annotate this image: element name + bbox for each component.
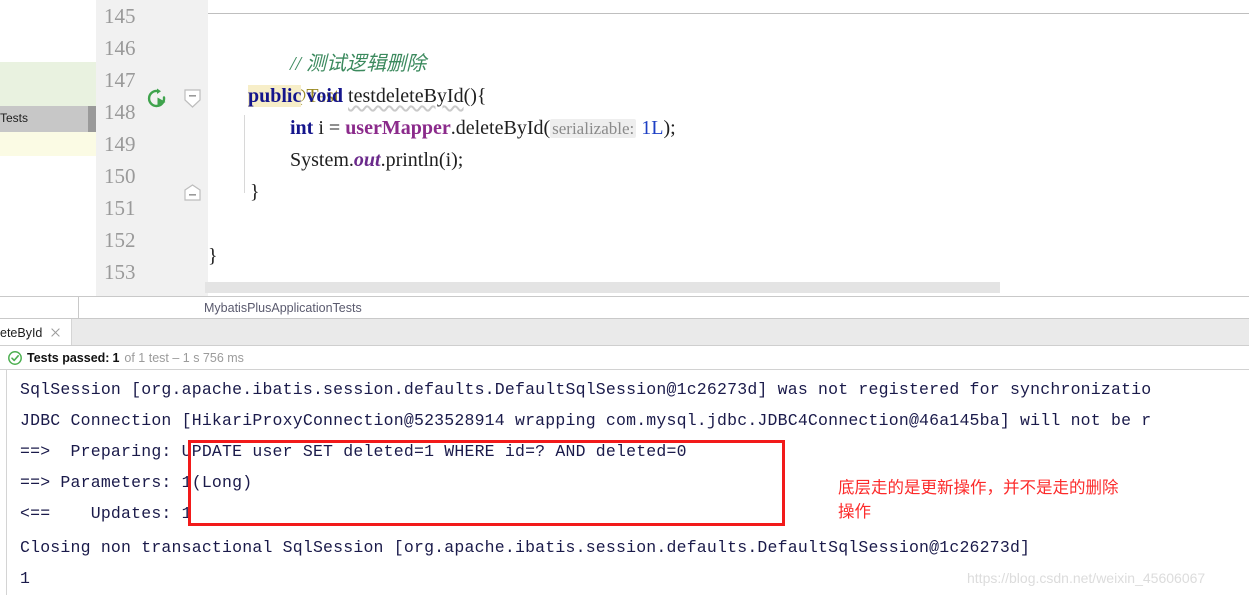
tool-window-panel[interactable]: Tests xyxy=(0,0,97,297)
keyword-public: public xyxy=(248,85,302,107)
panel-scrollbar-thumb[interactable] xyxy=(88,106,96,132)
param-hint-token: serializable: xyxy=(550,119,637,138)
tab-test-deletebyid[interactable]: eteById xyxy=(0,319,73,346)
console-line: SqlSession [org.apache.ibatis.session.de… xyxy=(20,380,1152,399)
console-line: ==> Parameters: 1(Long) xyxy=(20,473,253,492)
red-annotation-text: 底层走的是更新操作，并不是走的删除 操作 xyxy=(838,479,1119,521)
fold-minus-icon[interactable] xyxy=(182,184,203,205)
println-token: .println(i); xyxy=(380,149,464,171)
panel-highlight-green xyxy=(0,62,96,106)
line-number-list: 145 146 147 148 149 150 151 152 153 xyxy=(96,0,199,288)
tab-label: eteById xyxy=(0,325,43,340)
ide-screenshot-root: Tests 145 146 147 148 149 150 151 152 15… xyxy=(0,0,1249,595)
run-tool-tabbar: eteById xyxy=(0,319,1249,346)
status-label: Tests passed: xyxy=(27,351,110,365)
console-line: Closing non transactional SqlSession [or… xyxy=(20,538,1031,557)
panel-selected-label: Tests xyxy=(0,111,29,125)
literal-1L: 1L xyxy=(636,117,664,139)
code-editor-region: Tests 145 146 147 148 149 150 151 152 15… xyxy=(0,0,1249,297)
status-count: 1 xyxy=(112,351,120,365)
code-line-close-outer: } xyxy=(208,240,218,272)
brace-token: } xyxy=(208,245,218,267)
breadcrumb-left-cell xyxy=(0,297,79,319)
line-number: 152 xyxy=(104,228,136,252)
breadcrumb-class-label[interactable]: MybatisPlusApplicationTests xyxy=(204,297,362,319)
line-number: 153 xyxy=(104,260,136,284)
breadcrumb: MybatisPlusApplicationTests xyxy=(0,297,1249,319)
status-detail: of 1 test – 1 s 756 ms xyxy=(124,351,244,365)
fold-minus-icon[interactable] xyxy=(182,88,203,109)
line-number: 145 xyxy=(104,4,136,28)
brace-token: } xyxy=(250,181,260,203)
console-left-rule xyxy=(6,370,7,595)
keyword-int: int xyxy=(290,117,314,139)
indent-guide xyxy=(244,115,245,193)
keyword-void: void xyxy=(306,85,344,107)
code-line-println: System.out.println(i); xyxy=(290,144,463,176)
console-line: ==> Preparing: UPDATE user SET deleted=1… xyxy=(20,442,687,461)
test-status-bar: Tests passed: 1 of 1 test – 1 s 756 ms xyxy=(0,346,1249,370)
line-number: 146 xyxy=(104,36,136,60)
close-icon[interactable] xyxy=(50,327,61,338)
code-line-delete-call: int i = userMapper.deleteById(serializab… xyxy=(290,112,676,144)
static-out-token: out xyxy=(353,149,381,171)
line-number: 149 xyxy=(104,132,136,156)
code-text-surface[interactable]: // 测试逻辑删除 @Test public void testdeleteBy… xyxy=(208,0,1249,297)
code-line-annotation: @Test xyxy=(248,48,339,107)
field-usermapper: userMapper xyxy=(345,117,451,139)
code-separator-rule xyxy=(208,13,1249,14)
method-deletebyid: .deleteById( xyxy=(450,117,551,139)
code-line-comment: // 测试逻辑删除 xyxy=(250,16,426,75)
code-line-close-inner: } xyxy=(250,176,260,208)
test-passed-check-icon xyxy=(8,351,22,365)
call-close: ); xyxy=(663,117,676,139)
var-assign: i = xyxy=(313,117,346,139)
method-name-token: testdeleteById xyxy=(348,85,464,107)
console-line: 1 xyxy=(20,569,31,588)
console-line: JDBC Connection [HikariProxyConnection@5… xyxy=(20,411,1152,430)
signature-tail: (){ xyxy=(463,85,487,107)
code-line-signature: public void testdeleteById(){ xyxy=(248,80,487,112)
line-number-gutter: 145 146 147 148 149 150 151 152 153 xyxy=(96,0,199,297)
panel-highlight-yellow xyxy=(0,132,96,156)
run-test-green-icon[interactable] xyxy=(145,87,171,113)
watermark-text: https://blog.csdn.net/weixin_45606067 xyxy=(967,570,1206,586)
system-token: System. xyxy=(290,149,354,171)
editor-horizontal-scrollbar[interactable] xyxy=(205,282,1000,293)
console-line: <== Updates: 1 xyxy=(20,504,192,523)
